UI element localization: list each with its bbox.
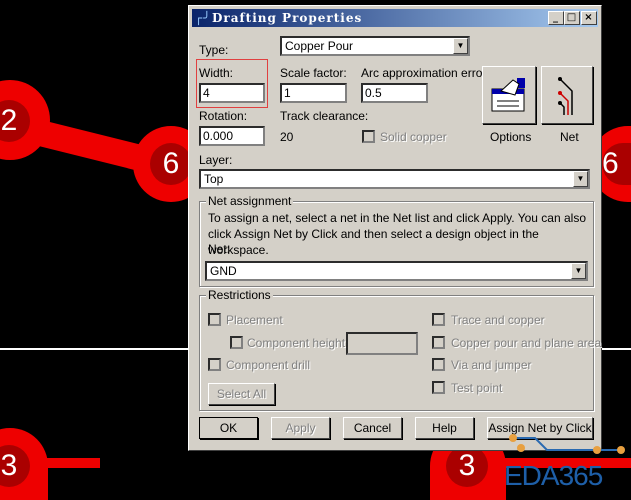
trace-copper-label: Trace and copper xyxy=(451,313,545,327)
close-button[interactable]: × xyxy=(581,11,597,25)
layer-label: Layer: xyxy=(199,153,233,167)
test-point-label: Test point xyxy=(451,381,503,395)
test-point-checkbox[interactable] xyxy=(432,381,445,394)
scale-factor-input[interactable]: 1 xyxy=(280,83,347,103)
net-help-text: To assign a net, select a net in the Net… xyxy=(208,211,587,257)
via-jumper-label: Via and jumper xyxy=(451,358,532,372)
drafting-properties-dialog: ┌╯ Drafting Properties _ □ × Type: Coppe… xyxy=(188,5,602,451)
dropdown-arrow-icon[interactable]: ▼ xyxy=(453,38,468,54)
type-select[interactable]: Copper Pour ▼ xyxy=(280,36,470,56)
net-assignment-group: Net assignment To assign a net, select a… xyxy=(199,194,594,287)
component-drill-label: Component drill xyxy=(226,358,311,372)
placement-checkbox[interactable] xyxy=(208,313,221,326)
cancel-button[interactable]: Cancel xyxy=(343,417,402,439)
type-value: Copper Pour xyxy=(285,39,354,53)
track-clearance-value: 20 xyxy=(280,130,294,144)
select-all-button[interactable]: Select All xyxy=(208,383,275,405)
trace-copper-checkbox[interactable] xyxy=(432,313,445,326)
component-height-checkbox[interactable] xyxy=(230,336,243,349)
net-field-label: Net: xyxy=(208,242,231,256)
layer-value: Top xyxy=(204,172,224,186)
copper-pour-plane-label: Copper pour and plane area xyxy=(451,336,602,350)
component-height-input[interactable] xyxy=(346,332,418,355)
restrictions-title: Restrictions xyxy=(206,288,273,302)
pcb-pad-label: 6 xyxy=(150,143,192,185)
copper-pour-plane-checkbox[interactable] xyxy=(432,336,445,349)
net-label: Net xyxy=(560,130,579,144)
app-icon: ┌╯ xyxy=(195,11,212,25)
placement-label: Placement xyxy=(226,313,283,327)
track-clearance-label: Track clearance: xyxy=(280,109,369,123)
solid-copper-label: Solid copper xyxy=(380,130,447,144)
dropdown-arrow-icon[interactable]: ▼ xyxy=(571,263,586,279)
help-button[interactable]: Help xyxy=(415,417,474,439)
pcb-pad-label: 3 xyxy=(446,445,488,487)
options-label: Options xyxy=(490,130,532,144)
arc-error-label: Arc approximation error: xyxy=(361,66,490,80)
via-jumper-checkbox[interactable] xyxy=(432,358,445,371)
component-height-label: Component height xyxy=(247,336,346,350)
watermark-text: EDA365 xyxy=(504,460,603,491)
net-value: GND xyxy=(210,264,237,278)
title-bar[interactable]: ┌╯ Drafting Properties _ □ × xyxy=(192,9,598,27)
net-assignment-title: Net assignment xyxy=(206,194,294,208)
arc-error-input[interactable]: 0.5 xyxy=(361,83,428,103)
component-drill-checkbox[interactable] xyxy=(208,358,221,371)
rotation-input[interactable]: 0.000 xyxy=(199,126,265,146)
net-traces-icon xyxy=(558,77,573,115)
type-label: Type: xyxy=(199,43,229,57)
restrictions-group: Restrictions Placement Component height … xyxy=(199,288,601,411)
net-button[interactable] xyxy=(541,66,593,124)
apply-button[interactable]: Apply xyxy=(271,417,330,439)
pcb-pad-label: 6 xyxy=(602,143,631,185)
scale-factor-label: Scale factor: xyxy=(280,66,347,80)
options-button[interactable] xyxy=(482,66,536,124)
width-label: Width: xyxy=(199,66,234,80)
dropdown-arrow-icon[interactable]: ▼ xyxy=(573,171,588,187)
width-input[interactable]: 4 xyxy=(199,83,265,103)
ok-button[interactable]: OK xyxy=(199,417,258,439)
solid-copper-checkbox[interactable] xyxy=(362,130,375,143)
maximize-button[interactable]: □ xyxy=(564,11,580,25)
watermark-circuit-icon xyxy=(509,434,625,454)
minimize-button[interactable]: _ xyxy=(548,11,564,25)
net-select[interactable]: GND ▼ xyxy=(205,261,588,281)
rotation-label: Rotation: xyxy=(199,109,248,123)
dialog-title: Drafting Properties xyxy=(212,11,363,25)
options-hand-icon xyxy=(491,78,525,112)
layer-select[interactable]: Top ▼ xyxy=(199,169,590,189)
